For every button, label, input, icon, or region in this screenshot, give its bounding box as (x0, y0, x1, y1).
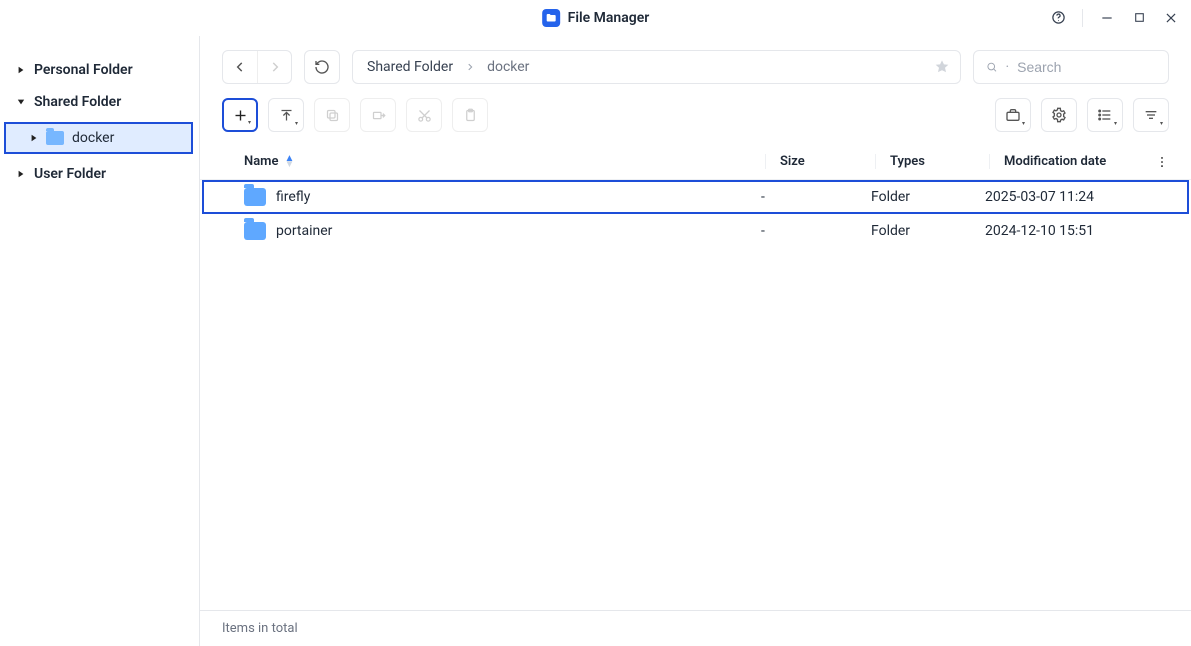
chevron-right-icon (465, 62, 475, 72)
table-header: Name ▲▼ Size Types Modification date (200, 144, 1191, 180)
app-folder-icon (542, 9, 560, 27)
sort-indicator-icon: ▲▼ (284, 156, 294, 168)
dropdown-caret-icon: ▾ (1022, 120, 1025, 127)
copy-button (314, 98, 350, 132)
column-header-size[interactable]: Size (765, 154, 875, 169)
column-label: Types (890, 154, 925, 169)
cut-button (406, 98, 442, 132)
folder-icon (244, 188, 266, 206)
list-view-button[interactable]: ▾ (1087, 98, 1123, 132)
paste-button (452, 98, 488, 132)
column-header-modification[interactable]: Modification date (989, 154, 1169, 169)
sidebar-item-label: docker (72, 130, 114, 146)
cell-size: - (761, 189, 871, 205)
search-box[interactable]: · (973, 50, 1169, 84)
sidebar-item-label: Shared Folder (34, 94, 121, 110)
dropdown-caret-icon: ▾ (1160, 120, 1163, 127)
dropdown-caret-icon: ▾ (295, 120, 298, 127)
column-options-icon[interactable] (1155, 155, 1169, 169)
sort-button[interactable]: ▾ (1133, 98, 1169, 132)
upload-button[interactable]: ▾ (268, 98, 304, 132)
cell-mod: 2024-12-10 15:51 (985, 223, 1165, 239)
search-input[interactable] (1017, 59, 1156, 75)
nav-history-group (222, 50, 292, 84)
caret-down-icon (16, 98, 26, 106)
sidebar-item-label: User Folder (34, 166, 106, 182)
maximize-icon[interactable] (1131, 10, 1147, 26)
caret-right-icon (30, 134, 38, 142)
sidebar-item-user-folder[interactable]: User Folder (0, 158, 199, 190)
breadcrumb[interactable]: Shared Folder docker (352, 50, 961, 84)
column-label: Size (780, 154, 805, 169)
sidebar-item-label: Personal Folder (34, 62, 133, 78)
close-icon[interactable] (1163, 10, 1179, 26)
table-row[interactable]: firefly - Folder 2025-03-07 11:24 (202, 180, 1189, 214)
column-header-types[interactable]: Types (875, 154, 989, 169)
folder-icon (46, 131, 64, 145)
search-divider: · (1005, 59, 1009, 75)
cell-types: Folder (871, 189, 985, 205)
caret-right-icon (16, 66, 26, 74)
toolbox-button[interactable]: ▾ (995, 98, 1031, 132)
cell-mod: 2025-03-07 11:24 (985, 189, 1165, 205)
column-label: Name (244, 154, 278, 169)
minimize-icon[interactable] (1099, 10, 1115, 26)
cell-name: portainer (276, 223, 761, 239)
sidebar: Personal Folder Shared Folder docker Use… (0, 36, 200, 646)
settings-button[interactable] (1041, 98, 1077, 132)
breadcrumb-segment[interactable]: docker (487, 59, 529, 75)
table-row[interactable]: portainer - Folder 2024-12-10 15:51 (202, 214, 1189, 248)
cell-size: - (761, 223, 871, 239)
dropdown-caret-icon: ▾ (1114, 120, 1117, 127)
column-label: Modification date (1004, 154, 1106, 169)
help-icon[interactable] (1050, 10, 1066, 26)
forward-button (257, 51, 291, 83)
search-icon (986, 60, 997, 74)
caret-right-icon (16, 170, 26, 178)
column-header-name[interactable]: Name ▲▼ (222, 154, 765, 169)
refresh-button[interactable] (304, 50, 340, 84)
toolbar-actions: ▾ ▾ ▾ (200, 92, 1191, 144)
move-button (360, 98, 396, 132)
sidebar-item-personal-folder[interactable]: Personal Folder (0, 54, 199, 86)
titlebar: File Manager (542, 9, 650, 27)
sidebar-item-shared-folder[interactable]: Shared Folder (0, 86, 199, 118)
sidebar-item-docker[interactable]: docker (4, 122, 193, 154)
back-button[interactable] (223, 51, 257, 83)
dropdown-caret-icon: ▾ (248, 119, 251, 126)
app-title: File Manager (568, 10, 650, 26)
status-text: Items in total (222, 621, 298, 636)
cell-types: Folder (871, 223, 985, 239)
breadcrumb-segment[interactable]: Shared Folder (367, 59, 453, 75)
favorite-star-icon[interactable] (934, 59, 950, 75)
toolbar-nav: Shared Folder docker · (200, 36, 1191, 92)
status-bar: Items in total (200, 610, 1191, 646)
titlebar-separator (1082, 9, 1083, 27)
folder-icon (244, 222, 266, 240)
add-button[interactable]: ▾ (222, 98, 258, 132)
cell-name: firefly (276, 189, 761, 205)
